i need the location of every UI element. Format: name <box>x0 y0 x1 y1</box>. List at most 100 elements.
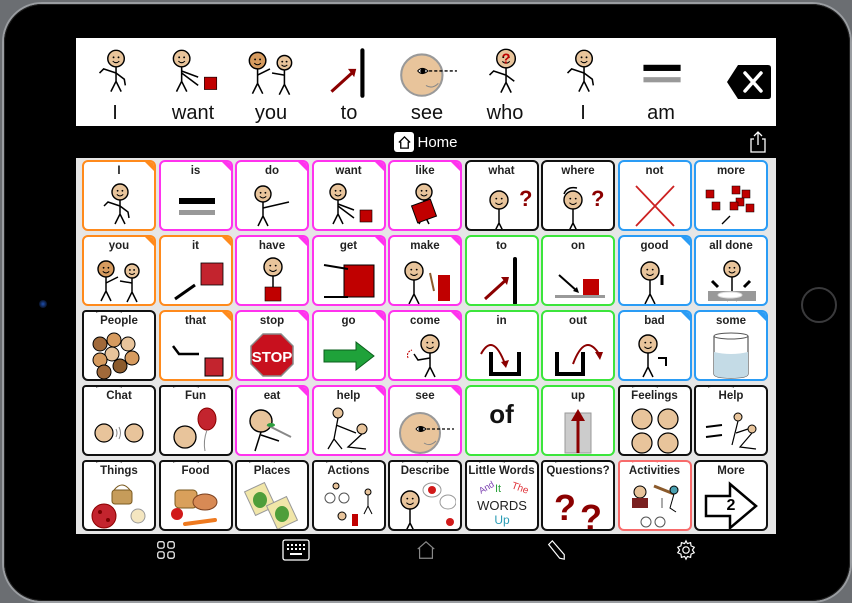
folder-button-people[interactable]: People <box>82 310 156 381</box>
clear-message-button[interactable] <box>726 64 772 100</box>
word-button-go[interactable]: go <box>311 310 386 381</box>
backspace-clear-icon <box>727 65 771 99</box>
word-button-of[interactable]: of <box>464 385 539 456</box>
word-button-want[interactable]: want <box>311 160 386 231</box>
svg-text:?: ? <box>519 186 532 211</box>
message-word[interactable]: I <box>76 38 154 126</box>
button-symbol <box>88 255 150 304</box>
word-button-on[interactable]: on <box>541 235 615 306</box>
share-button[interactable] <box>748 130 768 154</box>
message-word[interactable]: ? who <box>466 38 544 126</box>
folder-button-food[interactable]: Food <box>158 460 233 531</box>
button-symbol <box>624 330 686 379</box>
folder-button-places[interactable]: Places <box>235 460 309 531</box>
corner-tab-marker <box>297 162 307 172</box>
button-symbol: ? <box>547 180 609 229</box>
message-bar[interactable]: I want you to see ? who I am <box>76 38 776 126</box>
button-symbol <box>88 480 150 529</box>
page-number: 2 <box>726 497 736 514</box>
word-button-good[interactable]: good <box>617 235 692 306</box>
word-button-have[interactable]: have <box>235 235 309 306</box>
word-button-you[interactable]: you <box>82 235 156 306</box>
word-button-more[interactable]: More 2 <box>694 460 768 531</box>
word-button-like[interactable]: like <box>388 160 462 231</box>
grid-view-button[interactable] <box>152 538 180 562</box>
word-button-is[interactable]: is <box>158 160 233 231</box>
camera-icon <box>39 300 47 308</box>
button-symbol <box>318 180 380 229</box>
word-button-it[interactable]: it <box>158 235 233 306</box>
message-word[interactable]: see <box>388 38 466 126</box>
word-button-out[interactable]: out <box>541 310 615 381</box>
button-symbol <box>318 405 380 454</box>
word-button-come[interactable]: come <box>388 310 462 381</box>
pencil-icon <box>545 539 567 561</box>
button-label: good <box>640 240 669 252</box>
message-word[interactable]: to <box>310 38 388 126</box>
folder-button-questions[interactable]: Questions??? <box>541 460 615 531</box>
folder-button-actions[interactable]: Actions <box>311 460 386 531</box>
button-label: in <box>496 315 507 327</box>
edit-button[interactable] <box>542 538 570 562</box>
word-button-in[interactable]: in <box>464 310 539 381</box>
keyboard-button[interactable] <box>282 538 310 562</box>
button-label: where <box>561 165 595 177</box>
home-breadcrumb[interactable]: Home <box>394 132 458 152</box>
corner-tab-marker <box>297 312 307 322</box>
svg-text:?: ? <box>591 186 604 211</box>
word-button-all-done[interactable]: all done <box>694 235 768 306</box>
button-symbol <box>241 180 303 229</box>
word-button-see[interactable]: see <box>388 385 462 456</box>
button-label: I <box>117 165 121 177</box>
message-word-label: to <box>340 102 358 124</box>
word-button-i[interactable]: I <box>82 160 156 231</box>
arrow-up-icon <box>564 409 592 454</box>
message-word-symbol <box>551 42 615 102</box>
message-word[interactable]: want <box>154 38 232 126</box>
word-button-that[interactable]: that <box>158 310 233 381</box>
button-label: Little Words <box>468 465 535 477</box>
settings-button[interactable] <box>672 538 700 562</box>
word-button-where[interactable]: where ? <box>541 160 615 231</box>
button-label: Activities <box>628 465 681 477</box>
word-button-not[interactable]: not <box>617 160 692 231</box>
word-button-eat[interactable]: eat <box>235 385 309 456</box>
button-symbol <box>700 405 762 454</box>
word-button-some[interactable]: some <box>694 310 768 381</box>
button-symbol <box>394 480 457 529</box>
word-button-make[interactable]: make <box>388 235 462 306</box>
word-button-help[interactable]: help <box>311 385 386 456</box>
button-symbol <box>241 255 303 304</box>
message-word[interactable]: I <box>544 38 622 126</box>
folder-button-little-words[interactable]: Little Words And It The WORDS Up <box>464 460 539 531</box>
folder-button-help[interactable]: Help <box>694 385 768 456</box>
word-button-to[interactable]: to <box>464 235 539 306</box>
folder-button-feelings[interactable]: Feelings <box>617 385 692 456</box>
message-word[interactable]: am <box>622 38 700 126</box>
maps-icon <box>243 481 299 529</box>
corner-tab-marker <box>373 237 384 247</box>
folder-button-things[interactable]: Things <box>82 460 156 531</box>
helping-hands-icon <box>705 412 757 450</box>
svg-text:It: It <box>495 483 501 495</box>
word-button-get[interactable]: get <box>311 235 386 306</box>
button-label: not <box>645 165 664 177</box>
folder-button-activities[interactable]: Activities <box>617 460 692 531</box>
message-word-symbol <box>239 42 303 102</box>
word-button-bad[interactable]: bad <box>617 310 692 381</box>
svg-text:Up: Up <box>494 513 510 527</box>
word-button-up[interactable]: up <box>541 385 615 456</box>
word-button-stop[interactable]: stop STOP <box>235 310 309 381</box>
button-symbol <box>471 330 533 379</box>
person-doing-icon <box>254 185 290 227</box>
folder-button-chat[interactable]: Chat <box>82 385 156 456</box>
folder-button-describe[interactable]: Describe <box>388 460 462 531</box>
message-word[interactable]: you <box>232 38 310 126</box>
home-button[interactable] <box>412 538 440 562</box>
folder-button-fun[interactable]: Fun <box>158 385 233 456</box>
device-home-button[interactable] <box>801 287 837 323</box>
word-button-more[interactable]: more <box>694 160 768 231</box>
word-button-do[interactable]: do <box>235 160 309 231</box>
stop-sign-icon: STOP <box>250 333 294 377</box>
word-button-what[interactable]: what ? <box>464 160 539 231</box>
